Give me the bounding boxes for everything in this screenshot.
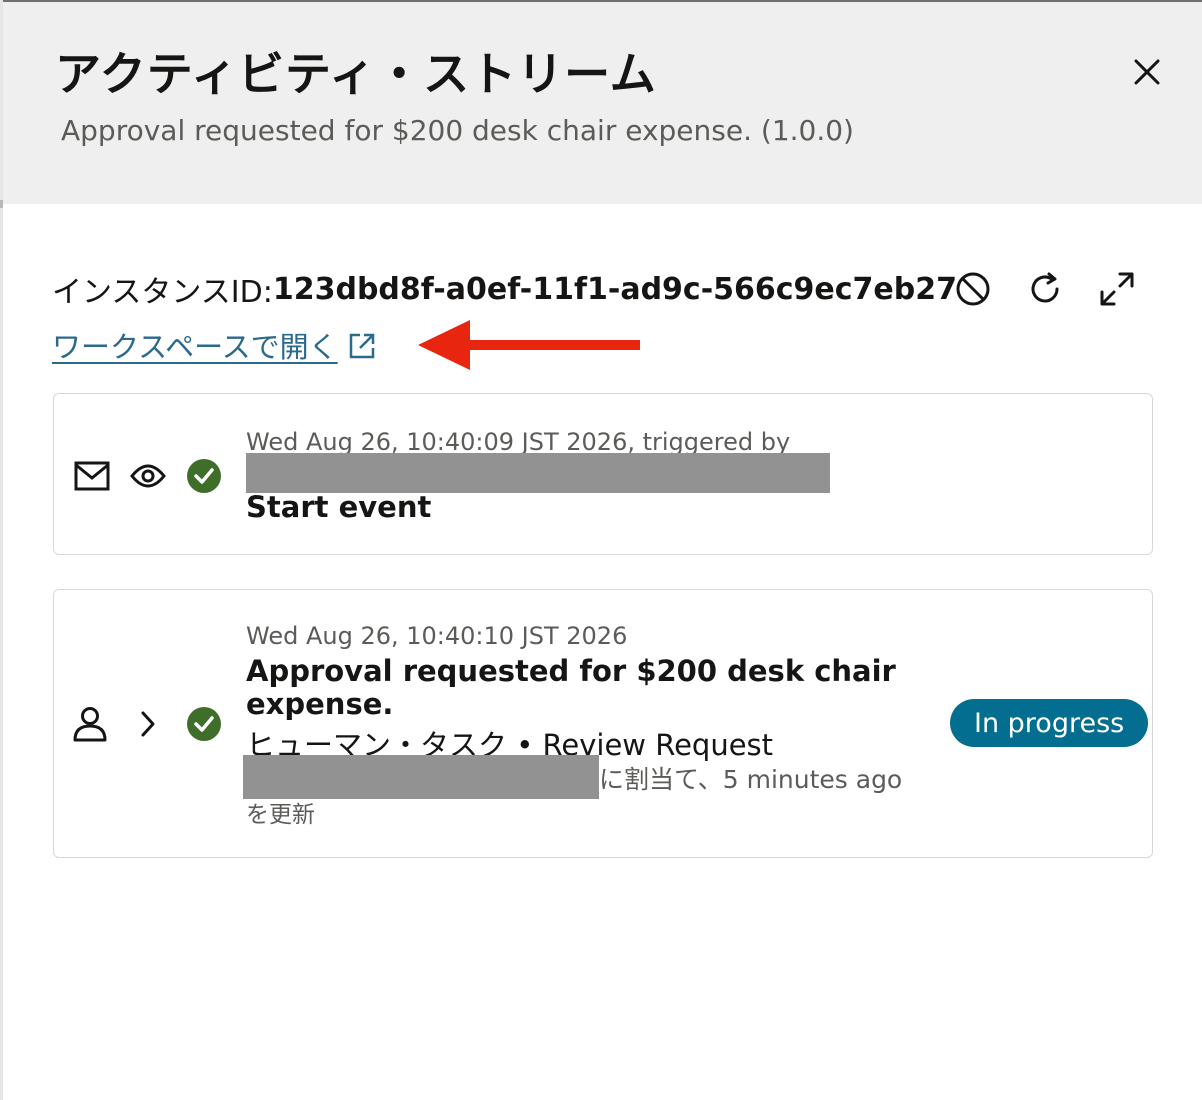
check-circle-icon bbox=[184, 456, 224, 496]
annotation-arrow-icon bbox=[418, 320, 640, 370]
external-link-icon[interactable] bbox=[348, 332, 376, 360]
refresh-button[interactable] bbox=[1024, 268, 1066, 310]
activity-timestamp: Wed Aug 26, 10:40:10 JST 2026 bbox=[246, 622, 628, 650]
status-badge: In progress bbox=[950, 699, 1149, 747]
open-in-workspace-link[interactable]: ワークスペースで開く bbox=[52, 324, 376, 366]
activity-title: Start event bbox=[246, 490, 432, 524]
cancel-instance-button[interactable] bbox=[952, 268, 994, 310]
close-icon[interactable] bbox=[1133, 58, 1161, 86]
refresh-icon[interactable] bbox=[1027, 271, 1063, 307]
instance-id-value: 123dbd8f-a0ef-11f1-ad9c-566c9ec7eb27 bbox=[272, 271, 957, 307]
activity-title-line2: expense. bbox=[246, 687, 394, 721]
activity-timestamp: Wed Aug 26, 10:40:09 JST 2026, triggered… bbox=[246, 428, 791, 456]
check-circle-icon bbox=[184, 704, 224, 744]
panel-header: アクティビティ・ストリーム Approval requested for $20… bbox=[3, 2, 1202, 204]
instance-id-label: インスタンスID: bbox=[52, 275, 273, 310]
activity-card-start-event: Wed Aug 26, 10:40:09 JST 2026, triggered… bbox=[53, 393, 1153, 555]
open-in-workspace-label[interactable]: ワークスペースで開く bbox=[52, 324, 338, 366]
close-button[interactable] bbox=[1127, 52, 1167, 92]
assignment-text: に割当て、5 minutes ago bbox=[599, 765, 903, 794]
update-text: を更新 bbox=[246, 802, 315, 828]
instance-id-row: インスタンスID: 123dbd8f-a0ef-11f1-ad9c-566c9e… bbox=[52, 268, 957, 311]
redacted-assignee bbox=[243, 755, 599, 799]
cancel-circle-icon[interactable] bbox=[955, 271, 991, 307]
panel-subtitle: Approval requested for $200 desk chair e… bbox=[61, 114, 854, 147]
user-icon bbox=[70, 704, 110, 744]
mail-icon bbox=[72, 456, 112, 496]
panel-title: アクティビティ・ストリーム bbox=[55, 47, 657, 101]
activity-card-human-task: Wed Aug 26, 10:40:10 JST 2026 Approval r… bbox=[53, 589, 1153, 858]
expand-icon[interactable] bbox=[1098, 270, 1136, 308]
activity-title-line1: Approval requested for $200 desk chair bbox=[246, 654, 896, 688]
eye-icon bbox=[128, 456, 168, 496]
chevron-right-icon[interactable] bbox=[128, 704, 168, 744]
redacted-user bbox=[246, 453, 830, 493]
expand-button[interactable] bbox=[1096, 268, 1138, 310]
